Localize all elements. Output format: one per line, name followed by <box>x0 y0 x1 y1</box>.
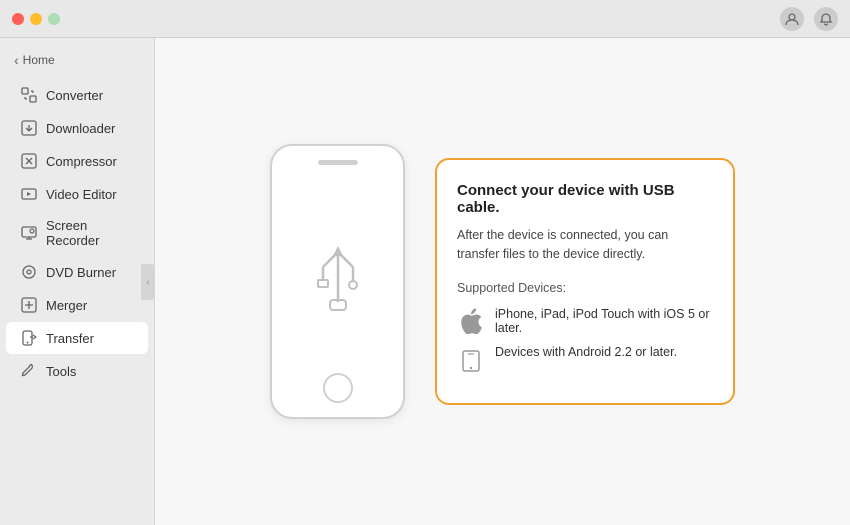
user-icon[interactable] <box>780 7 804 31</box>
app-body: Home Converter Downloader Compressor Video … <box>0 38 850 525</box>
apple-icon <box>457 307 485 335</box>
ios-device-label: iPhone, iPad, iPod Touch with iOS 5 or l… <box>495 307 713 335</box>
title-bar <box>0 0 850 38</box>
transfer-icon <box>20 329 38 347</box>
sidebar-item-label-tools: Tools <box>46 364 76 379</box>
sidebar-item-tools[interactable]: Tools <box>6 355 148 387</box>
sidebar-item-downloader[interactable]: Downloader <box>6 112 148 144</box>
transfer-container: Connect your device with USB cable. Afte… <box>270 144 735 419</box>
dvd-burner-icon <box>20 263 38 281</box>
video-editor-icon <box>20 185 38 203</box>
sidebar-item-screen-recorder[interactable]: Screen Recorder <box>6 211 148 255</box>
phone-speaker <box>318 160 358 165</box>
android-device-label: Devices with Android 2.2 or later. <box>495 345 677 359</box>
sidebar-item-transfer[interactable]: Transfer <box>6 322 148 354</box>
sidebar-collapse-handle[interactable]: ‹ <box>141 264 155 300</box>
usb-icon <box>308 242 368 322</box>
title-bar-actions <box>780 7 838 31</box>
compressor-icon <box>20 152 38 170</box>
sidebar-item-label-converter: Converter <box>46 88 103 103</box>
sidebar-item-merger[interactable]: Merger <box>6 289 148 321</box>
device-ios: iPhone, iPad, iPod Touch with iOS 5 or l… <box>457 307 713 335</box>
sidebar-item-label-merger: Merger <box>46 298 87 313</box>
sidebar-item-label-downloader: Downloader <box>46 121 115 136</box>
home-label: Home <box>23 53 55 67</box>
phone-home-button <box>323 373 353 403</box>
minimize-button[interactable] <box>30 13 42 25</box>
info-box-description: After the device is connected, you can t… <box>457 226 713 264</box>
merger-icon <box>20 296 38 314</box>
sidebar-item-converter[interactable]: Converter <box>6 79 148 111</box>
traffic-lights <box>12 13 60 25</box>
sidebar-item-label-screen-recorder: Screen Recorder <box>46 218 134 248</box>
sidebar-item-label-dvd-burner: DVD Burner <box>46 265 116 280</box>
notification-icon[interactable] <box>814 7 838 31</box>
maximize-button[interactable] <box>48 13 60 25</box>
phone-mockup <box>270 144 405 419</box>
device-android: Devices with Android 2.2 or later. <box>457 345 713 373</box>
converter-icon <box>20 86 38 104</box>
sidebar-item-label-transfer: Transfer <box>46 331 94 346</box>
tools-icon <box>20 362 38 380</box>
sidebar-home[interactable]: Home <box>0 46 154 78</box>
info-box-title: Connect your device with USB cable. <box>457 182 713 216</box>
sidebar: Home Converter Downloader Compressor Video … <box>0 38 155 525</box>
android-icon <box>457 345 485 373</box>
supported-devices-label: Supported Devices: <box>457 281 713 295</box>
sidebar-item-dvd-burner[interactable]: DVD Burner <box>6 256 148 288</box>
sidebar-item-compressor[interactable]: Compressor <box>6 145 148 177</box>
sidebar-item-label-compressor: Compressor <box>46 154 117 169</box>
main-content: Connect your device with USB cable. Afte… <box>155 38 850 525</box>
sidebar-item-label-video-editor: Video Editor <box>46 187 117 202</box>
screen-recorder-icon <box>20 224 38 242</box>
close-button[interactable] <box>12 13 24 25</box>
info-box: Connect your device with USB cable. Afte… <box>435 158 735 406</box>
sidebar-item-video-editor[interactable]: Video Editor <box>6 178 148 210</box>
downloader-icon <box>20 119 38 137</box>
